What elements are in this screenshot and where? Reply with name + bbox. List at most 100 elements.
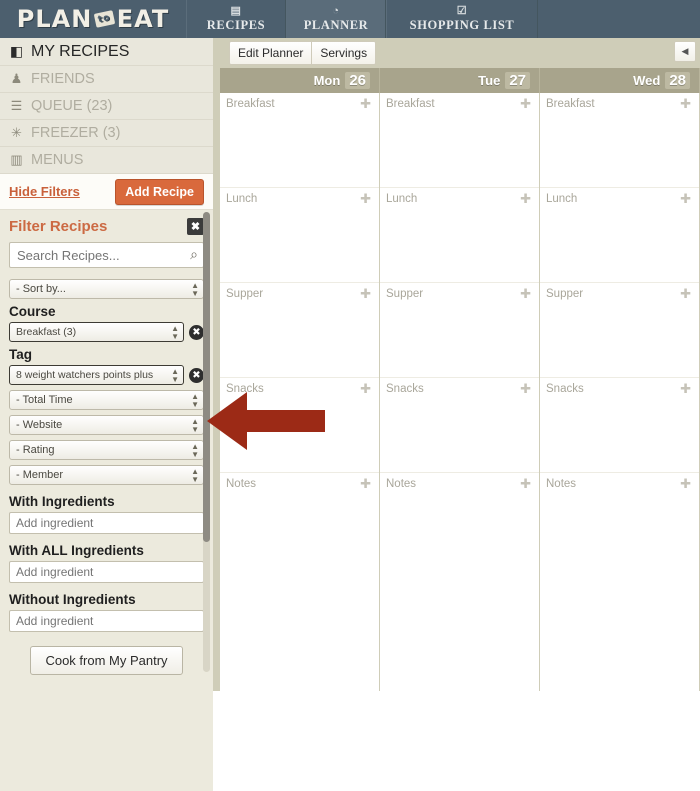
meal-cell-tue-snacks[interactable]: Snacks ✚ bbox=[380, 378, 539, 473]
logo-badge: to bbox=[94, 10, 116, 28]
add-meal-icon[interactable]: ✚ bbox=[680, 287, 691, 300]
tag-filter-row: 8 weight watchers points plus ▲ ▼ ✖ bbox=[9, 365, 204, 385]
sidebar-item-queue[interactable]: ☰ QUEUE (23) bbox=[0, 93, 213, 120]
with-all-ingredients-input[interactable] bbox=[9, 561, 204, 583]
add-meal-icon[interactable]: ✚ bbox=[360, 477, 371, 490]
add-meal-icon[interactable]: ✚ bbox=[520, 382, 531, 395]
tab-recipes[interactable]: ▤ RECIPES bbox=[186, 0, 286, 38]
tab-recipes-label: RECIPES bbox=[206, 17, 266, 32]
meal-cell-mon-snacks[interactable]: Snacks ✚ bbox=[220, 378, 379, 473]
add-meal-icon[interactable]: ✚ bbox=[520, 477, 531, 490]
meal-cell-tue-lunch[interactable]: Lunch ✚ bbox=[380, 188, 539, 283]
planner-toolbar: Edit Planner Servings ◀ bbox=[220, 38, 700, 68]
list-icon: ☰ bbox=[10, 98, 23, 113]
meal-cell-mon-breakfast[interactable]: Breakfast ✚ bbox=[220, 93, 379, 188]
sort-by-value: - Sort by... bbox=[16, 283, 66, 295]
day-name-wed: Wed bbox=[633, 73, 661, 88]
total-time-value: - Total Time bbox=[16, 394, 73, 406]
logo-word-2: EAT bbox=[116, 5, 170, 33]
meal-label: Snacks bbox=[226, 383, 264, 395]
tag-filter-clear-button[interactable]: ✖ bbox=[189, 367, 204, 383]
meal-cell-wed-supper[interactable]: Supper ✚ bbox=[540, 283, 699, 378]
sidebar-item-freezer[interactable]: ✳ FREEZER (3) bbox=[0, 120, 213, 147]
course-filter-row: Breakfast (3) ▲ ▼ ✖ bbox=[9, 322, 204, 342]
app-logo[interactable]: PLAN to EAT bbox=[0, 0, 186, 38]
chevron-updown-icon: ▲ ▼ bbox=[191, 467, 199, 484]
meal-cell-mon-lunch[interactable]: Lunch ✚ bbox=[220, 188, 379, 283]
sidebar-item-my-recipes-label: MY RECIPES bbox=[31, 42, 130, 60]
chevron-updown-icon: ▲ ▼ bbox=[171, 367, 179, 384]
sort-by-select[interactable]: - Sort by... ▲ ▼ bbox=[9, 279, 204, 299]
day-name-mon: Mon bbox=[313, 73, 341, 88]
add-meal-icon[interactable]: ✚ bbox=[360, 192, 371, 205]
pantry-button-wrapper: Cook from My Pantry bbox=[9, 646, 204, 675]
hide-filters-link[interactable]: Hide Filters bbox=[9, 184, 80, 199]
open-book-icon: ▥ bbox=[10, 152, 23, 167]
meal-cell-wed-breakfast[interactable]: Breakfast ✚ bbox=[540, 93, 699, 188]
course-filter-clear-button[interactable]: ✖ bbox=[189, 324, 204, 340]
total-time-select[interactable]: - Total Time ▲ ▼ bbox=[9, 390, 204, 410]
filter-scrollbar-thumb[interactable] bbox=[203, 212, 210, 542]
tab-planner[interactable]: ◔ PLANNER bbox=[286, 0, 386, 38]
servings-button[interactable]: Servings bbox=[311, 41, 377, 65]
logo-text: PLAN to EAT bbox=[17, 5, 170, 33]
search-input[interactable] bbox=[9, 242, 204, 268]
sidebar-item-my-recipes[interactable]: ◧ MY RECIPES bbox=[0, 38, 213, 66]
add-meal-icon[interactable]: ✚ bbox=[360, 287, 371, 300]
day-header-tue[interactable]: Tue 27 bbox=[380, 68, 540, 93]
search-icon[interactable]: ⌕ bbox=[190, 246, 198, 263]
meal-cell-wed-lunch[interactable]: Lunch ✚ bbox=[540, 188, 699, 283]
sidebar-item-menus-label: MENUS bbox=[31, 152, 84, 168]
person-icon: ♟ bbox=[10, 71, 23, 86]
add-meal-icon[interactable]: ✚ bbox=[520, 192, 531, 205]
planner-area: Edit Planner Servings ◀ Mon 26 Tue 27 We… bbox=[220, 38, 700, 691]
meal-cell-tue-breakfast[interactable]: Breakfast ✚ bbox=[380, 93, 539, 188]
day-column-mon: Breakfast ✚ Lunch ✚ Supper ✚ Snacks ✚ No… bbox=[220, 93, 380, 691]
add-meal-icon[interactable]: ✚ bbox=[520, 97, 531, 110]
edit-planner-button[interactable]: Edit Planner bbox=[229, 41, 312, 65]
meal-cell-tue-notes[interactable]: Notes ✚ bbox=[380, 473, 539, 691]
day-column-tue: Breakfast ✚ Lunch ✚ Supper ✚ Snacks ✚ No… bbox=[380, 93, 540, 691]
cook-from-my-pantry-button[interactable]: Cook from My Pantry bbox=[30, 646, 183, 675]
add-meal-icon[interactable]: ✚ bbox=[360, 382, 371, 395]
tag-value: 8 weight watchers points plus bbox=[16, 369, 154, 381]
without-ingredients-input[interactable] bbox=[9, 610, 204, 632]
search-recipes-wrapper: ⌕ bbox=[9, 242, 204, 268]
with-ingredients-input[interactable] bbox=[9, 512, 204, 534]
course-select[interactable]: Breakfast (3) ▲ ▼ bbox=[9, 322, 184, 342]
meal-cell-mon-supper[interactable]: Supper ✚ bbox=[220, 283, 379, 378]
sidebar-item-friends[interactable]: ♟ FRIENDS bbox=[0, 66, 213, 93]
filter-toolbar: Hide Filters Add Recipe bbox=[0, 174, 213, 210]
filter-panel: Filter Recipes ✖ ⌕ - Sort by... ▲▼ Cours… bbox=[0, 210, 213, 791]
meal-cell-tue-supper[interactable]: Supper ✚ bbox=[380, 283, 539, 378]
chevron-updown-icon: ▲ ▼ bbox=[191, 392, 199, 409]
close-icon[interactable]: ✖ bbox=[187, 218, 204, 235]
add-meal-icon[interactable]: ✚ bbox=[680, 382, 691, 395]
planner-icon: ◔ bbox=[332, 4, 340, 17]
day-date-mon: 26 bbox=[345, 72, 370, 89]
rating-select[interactable]: - Rating ▲ ▼ bbox=[9, 440, 204, 460]
add-meal-icon[interactable]: ✚ bbox=[680, 477, 691, 490]
add-meal-icon[interactable]: ✚ bbox=[520, 287, 531, 300]
add-meal-icon[interactable]: ✚ bbox=[680, 97, 691, 110]
meal-label: Supper bbox=[386, 288, 424, 300]
meal-cell-wed-notes[interactable]: Notes ✚ bbox=[540, 473, 699, 691]
add-meal-icon[interactable]: ✚ bbox=[360, 97, 371, 110]
day-column-wed: Breakfast ✚ Lunch ✚ Supper ✚ Snacks ✚ No… bbox=[540, 93, 700, 691]
sidebar-item-friends-label: FRIENDS bbox=[31, 71, 95, 87]
day-header-mon[interactable]: Mon 26 bbox=[220, 68, 380, 93]
plan-to-eat-app: PLAN to EAT ▤ RECIPES ◔ PLANNER ☑ SHOPPING… bbox=[0, 0, 700, 791]
collapse-panel-button[interactable]: ◀ bbox=[674, 41, 696, 62]
tag-select[interactable]: 8 weight watchers points plus ▲ ▼ bbox=[9, 365, 184, 385]
day-header-wed[interactable]: Wed 28 bbox=[540, 68, 700, 93]
day-date-wed: 28 bbox=[665, 72, 690, 89]
meal-cell-mon-notes[interactable]: Notes ✚ bbox=[220, 473, 379, 691]
meal-label: Lunch bbox=[386, 193, 418, 205]
website-select[interactable]: - Website ▲ ▼ bbox=[9, 415, 204, 435]
add-meal-icon[interactable]: ✚ bbox=[680, 192, 691, 205]
sidebar-item-menus[interactable]: ▥ MENUS bbox=[0, 147, 213, 174]
meal-cell-wed-snacks[interactable]: Snacks ✚ bbox=[540, 378, 699, 473]
member-select[interactable]: - Member ▲ ▼ bbox=[9, 465, 204, 485]
tab-shopping-list[interactable]: ☑ SHOPPING LIST bbox=[386, 0, 538, 38]
add-recipe-button[interactable]: Add Recipe bbox=[115, 178, 204, 205]
